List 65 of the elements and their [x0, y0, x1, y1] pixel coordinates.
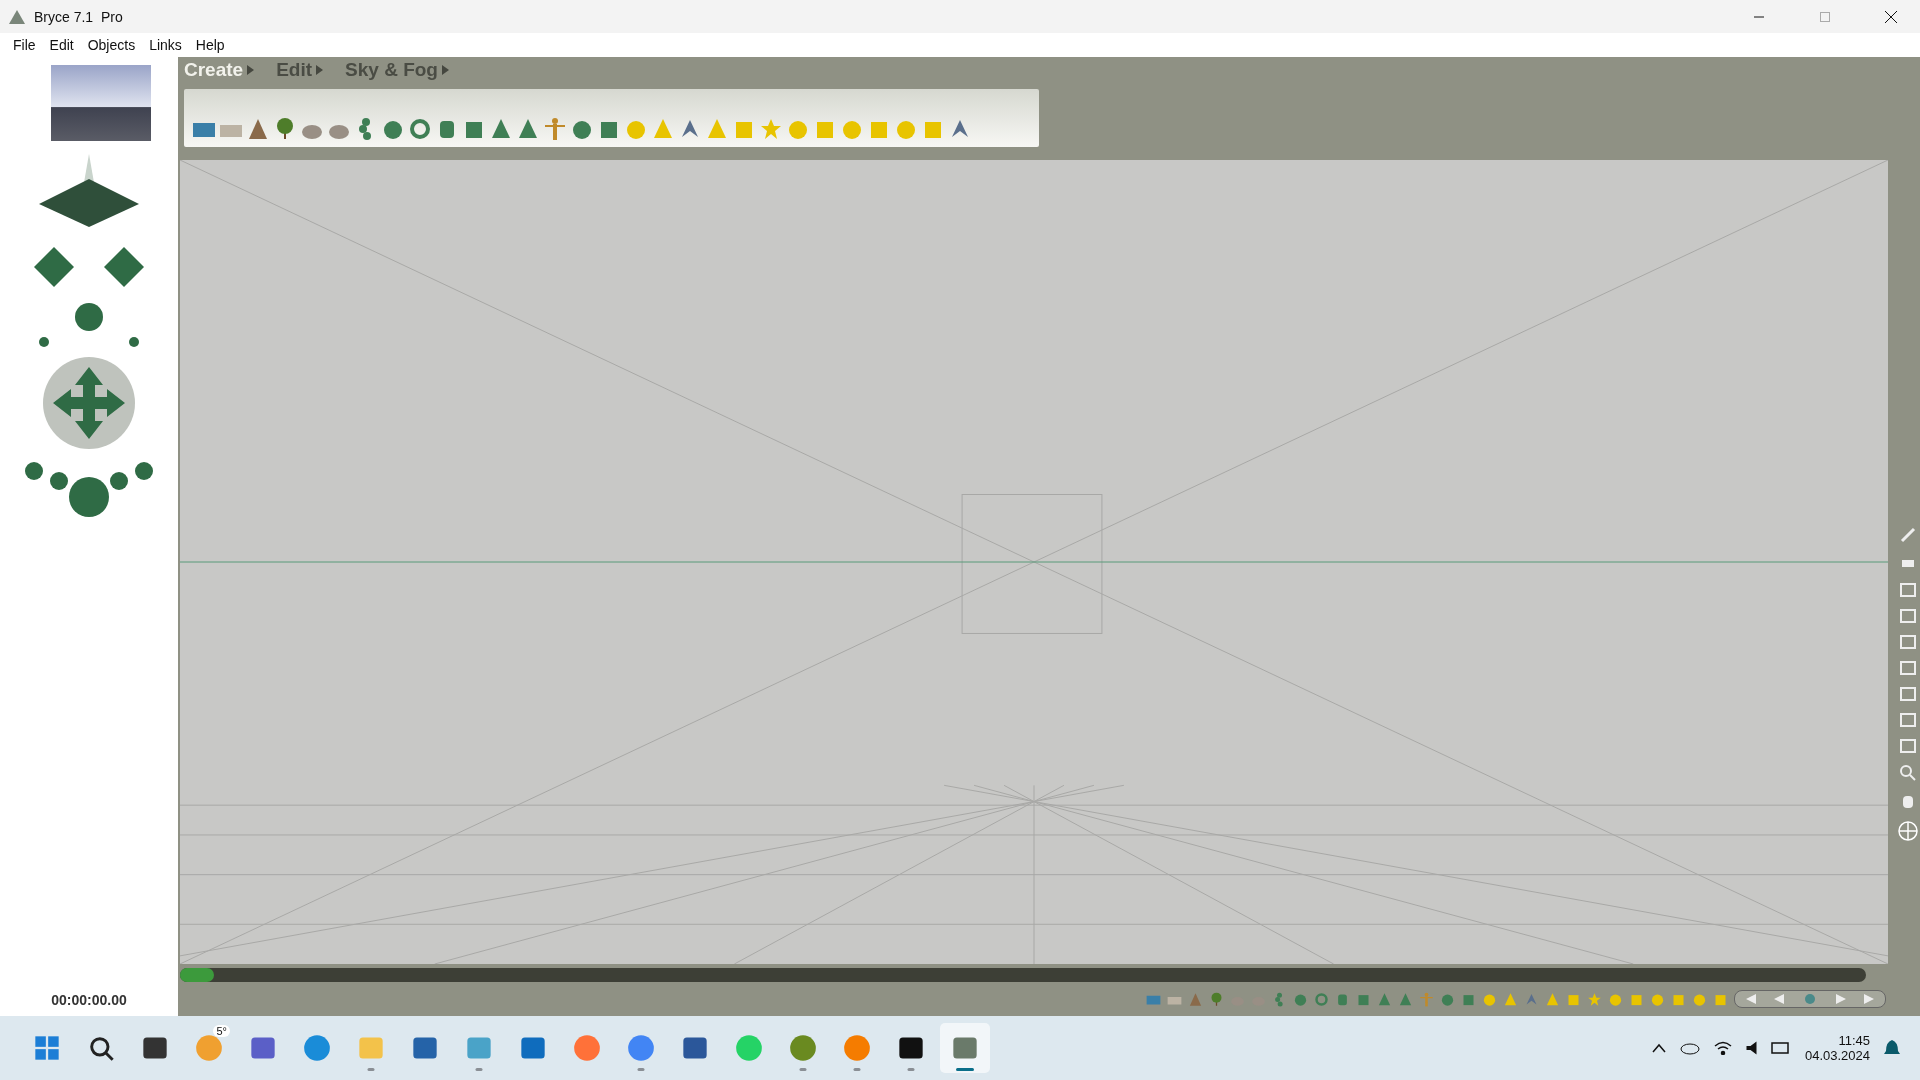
- star-icon[interactable]: [759, 117, 783, 141]
- menu-item[interactable]: Edit: [42, 37, 81, 53]
- search-icon: [87, 1034, 115, 1062]
- step-back-icon: [1774, 994, 1786, 1004]
- forward-icon: [1864, 994, 1876, 1004]
- clock-date: 04.03.2024: [1804, 1048, 1870, 1063]
- time-code: 00:00:00.00: [51, 992, 127, 1008]
- running-indicator: [956, 1068, 974, 1071]
- arrow-icon: [247, 65, 255, 75]
- figure-icon[interactable]: [543, 117, 567, 141]
- running-indicator: [853, 1068, 861, 1071]
- play-icon: [1834, 994, 1846, 1004]
- running-indicator: [475, 1068, 483, 1071]
- dot-icon: [1805, 994, 1815, 1004]
- running-indicator: [907, 1068, 915, 1071]
- running-indicator: [367, 1068, 375, 1071]
- sky-preview[interactable]: [51, 65, 151, 141]
- mountain-icon[interactable]: [246, 117, 270, 141]
- window-icon: [1900, 609, 1916, 623]
- rewind-icon: [1744, 994, 1756, 1004]
- running-indicator: [799, 1068, 807, 1071]
- play-icon: [843, 1034, 871, 1062]
- window-title: Bryce 7.1 Pro: [34, 8, 124, 25]
- timeline-scrubber[interactable]: [180, 968, 214, 982]
- wifi-icon: [1713, 1041, 1732, 1055]
- clock-time: 11:45: [1838, 1033, 1870, 1048]
- pencil-icon: [1900, 527, 1916, 543]
- menu-item[interactable]: Objects: [80, 37, 143, 53]
- windows-logo-icon: [33, 1034, 61, 1062]
- cone-icon[interactable]: [516, 117, 540, 141]
- chevron-up-icon: [1651, 1043, 1666, 1053]
- close-icon: [1885, 10, 1897, 23]
- window-icon: [1900, 713, 1916, 727]
- maximize-icon: [1820, 11, 1830, 22]
- cone-icon[interactable]: [1503, 991, 1518, 1007]
- window-icon: [1900, 635, 1916, 649]
- globe-icon: [1898, 821, 1918, 841]
- taskbar-app-button[interactable]: 5°: [184, 1023, 234, 1073]
- browser-icon: [573, 1034, 601, 1062]
- arrow-icon: [316, 65, 324, 75]
- window-icon: [1900, 661, 1916, 675]
- browser-icon: [627, 1034, 655, 1062]
- bell-icon: [1884, 1039, 1900, 1057]
- arrow-icon: [441, 65, 449, 75]
- zoom-icon: [1900, 765, 1916, 781]
- battery-icon: [1770, 1042, 1791, 1054]
- menu-item[interactable]: File: [6, 37, 43, 53]
- window-icon: [1900, 583, 1916, 597]
- running-indicator: [637, 1068, 645, 1071]
- window-icon: [1900, 739, 1916, 753]
- torus-icon[interactable]: [408, 117, 432, 141]
- menu-item[interactable]: Help: [188, 37, 232, 53]
- temperature-badge: 5°: [213, 1025, 230, 1037]
- pyramid-icon[interactable]: [489, 117, 513, 141]
- browser-icon: [303, 1034, 331, 1062]
- speaker-icon: [1745, 1041, 1757, 1055]
- weather-icon: [195, 1034, 223, 1062]
- phone-chat-icon: [735, 1034, 763, 1062]
- cloud-icon: [1679, 1041, 1700, 1055]
- window-icon: [1900, 687, 1916, 701]
- menu-item[interactable]: Links: [142, 37, 189, 53]
- globe-icon: [789, 1034, 817, 1062]
- star-icon[interactable]: [1587, 991, 1602, 1007]
- timeline-track[interactable]: [180, 968, 1866, 982]
- cone-icon[interactable]: [1545, 991, 1560, 1007]
